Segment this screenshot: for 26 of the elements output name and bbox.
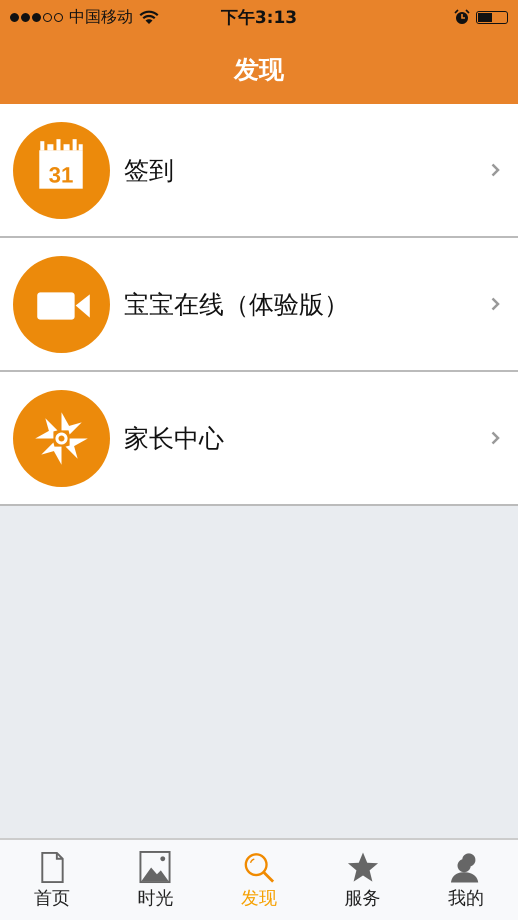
menu-item[interactable]: 31 签到 <box>0 104 518 238</box>
alarm-icon <box>454 9 470 25</box>
wifi-icon <box>139 10 159 24</box>
tab[interactable]: 首页 <box>0 840 104 920</box>
chevron-icon <box>491 297 500 311</box>
chevron-icon <box>491 431 500 445</box>
tab[interactable]: 我的 <box>414 840 518 920</box>
item-label: 签到 <box>124 154 175 186</box>
search-icon <box>242 850 275 884</box>
calendar-icon: 31 <box>13 122 110 218</box>
page-title: 发现 <box>234 54 284 86</box>
tab[interactable]: 时光 <box>104 840 208 920</box>
chevron-icon <box>491 163 500 177</box>
star-icon <box>346 850 379 884</box>
item-label: 宝宝在线（体验版） <box>124 288 350 320</box>
battery-icon <box>476 10 508 24</box>
carrier-name: 中国移动 <box>69 6 133 28</box>
image-icon <box>139 850 172 884</box>
pinwheel-icon <box>13 390 110 486</box>
signal-icon <box>10 12 63 22</box>
item-label: 家长中心 <box>124 422 225 454</box>
menu-item[interactable]: 宝宝在线（体验版） <box>0 238 518 372</box>
tab[interactable]: 服务 <box>310 840 414 920</box>
status-time: 下午3:13 <box>220 6 298 28</box>
menu-item[interactable]: 家长中心 <box>0 372 518 506</box>
video-camera-icon <box>13 256 110 352</box>
